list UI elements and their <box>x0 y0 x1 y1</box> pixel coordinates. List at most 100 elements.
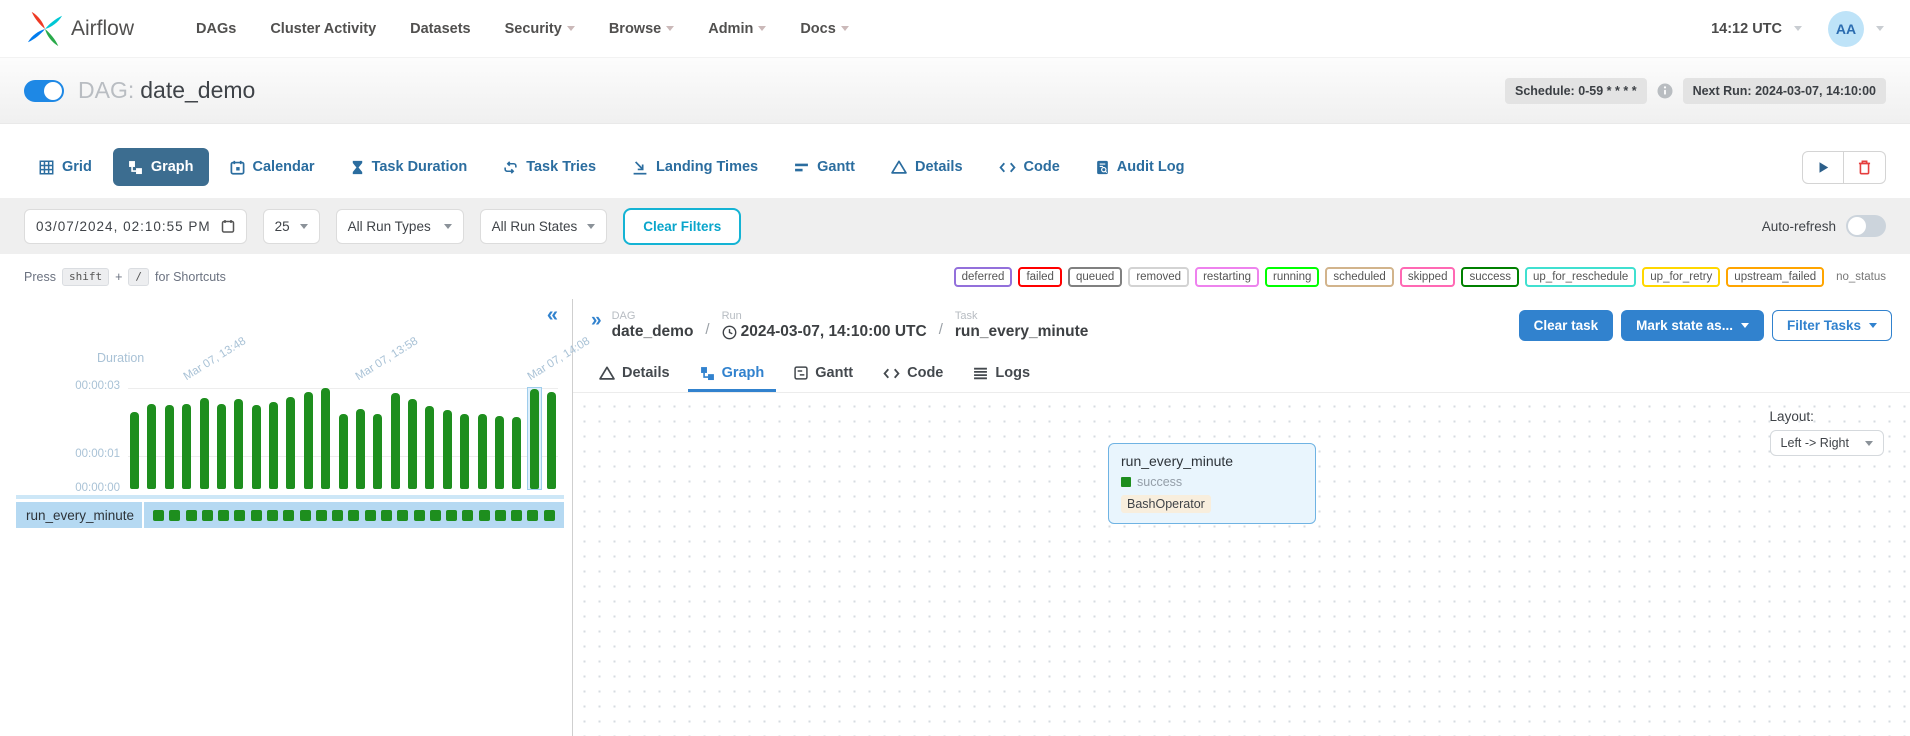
duration-bar[interactable] <box>476 388 489 489</box>
duration-bar[interactable] <box>441 388 454 489</box>
tab-task-tries[interactable]: Task Tries <box>488 148 611 186</box>
legend-queued[interactable]: queued <box>1068 267 1122 287</box>
expand-panel-icon[interactable]: » <box>591 310 602 333</box>
duration-bar[interactable] <box>180 388 193 489</box>
info-icon[interactable] <box>1657 83 1673 99</box>
legend-removed[interactable]: removed <box>1128 267 1189 287</box>
duration-bar[interactable] <box>337 388 350 489</box>
task-instance-square[interactable] <box>479 510 490 521</box>
duration-bar[interactable] <box>250 388 263 489</box>
mark-state-as-button[interactable]: Mark state as... <box>1621 310 1764 341</box>
detail-tab-logs[interactable]: Logs <box>961 356 1042 392</box>
task-instance-square[interactable] <box>316 510 327 521</box>
tab-gantt[interactable]: Gantt <box>779 148 870 186</box>
task-instance-square[interactable] <box>544 510 555 521</box>
detail-tab-code[interactable]: Code <box>871 356 955 392</box>
filter-tasks-button[interactable]: Filter Tasks <box>1772 310 1892 341</box>
task-instance-square[interactable] <box>414 510 425 521</box>
task-instance-square[interactable] <box>251 510 262 521</box>
base-date-input[interactable]: 03/07/2024, 02:10:55 PM <box>24 209 247 244</box>
legend-failed[interactable]: failed <box>1018 267 1062 287</box>
duration-bar[interactable] <box>145 388 158 489</box>
task-instance-square[interactable] <box>381 510 392 521</box>
detail-tab-details[interactable]: Details <box>587 356 682 392</box>
legend-success[interactable]: success <box>1461 267 1519 287</box>
legend-scheduled[interactable]: scheduled <box>1325 267 1393 287</box>
duration-bar[interactable] <box>458 388 471 489</box>
nav-item-cluster-activity[interactable]: Cluster Activity <box>256 12 390 46</box>
task-instance-square[interactable] <box>169 510 180 521</box>
legend-running[interactable]: running <box>1265 267 1319 287</box>
nav-item-security[interactable]: Security <box>491 12 589 46</box>
duration-bar[interactable] <box>406 388 419 489</box>
clear-filters-button[interactable]: Clear Filters <box>623 208 741 245</box>
duration-bar[interactable] <box>267 388 280 489</box>
detail-tab-graph[interactable]: Graph <box>688 356 777 392</box>
legend-skipped[interactable]: skipped <box>1400 267 1456 287</box>
auto-refresh-toggle[interactable] <box>1846 215 1886 237</box>
duration-bar[interactable] <box>528 388 541 489</box>
tab-landing-times[interactable]: Landing Times <box>617 148 773 186</box>
layout-select[interactable]: Left -> Right <box>1770 430 1884 456</box>
legend-upstream-failed[interactable]: upstream_failed <box>1726 267 1824 287</box>
duration-bar[interactable] <box>232 388 245 489</box>
task-instance-square[interactable] <box>462 510 473 521</box>
duration-bar[interactable] <box>371 388 384 489</box>
nav-item-datasets[interactable]: Datasets <box>396 12 484 46</box>
duration-bar[interactable] <box>493 388 506 489</box>
tab-graph[interactable]: Graph <box>113 148 209 186</box>
clear-task-button[interactable]: Clear task <box>1519 310 1614 341</box>
delete-dag-button[interactable] <box>1844 151 1886 184</box>
tab-details[interactable]: Details <box>876 148 978 186</box>
duration-bar[interactable] <box>389 388 402 489</box>
legend-deferred[interactable]: deferred <box>954 267 1013 287</box>
duration-bar[interactable] <box>510 388 523 489</box>
schedule-badge[interactable]: Schedule: 0-59 * * * * <box>1505 78 1647 104</box>
chevron-down-icon[interactable] <box>1876 26 1884 31</box>
breadcrumb-task[interactable]: Task run_every_minute <box>955 310 1089 341</box>
avatar[interactable]: AA <box>1828 11 1864 47</box>
legend-up-for-reschedule[interactable]: up_for_reschedule <box>1525 267 1636 287</box>
tab-calendar[interactable]: Calendar <box>215 148 330 186</box>
duration-bar[interactable] <box>128 388 141 489</box>
next-run-badge[interactable]: Next Run: 2024-03-07, 14:10:00 <box>1683 78 1886 104</box>
nav-item-docs[interactable]: Docs <box>786 12 862 46</box>
num-runs-select[interactable]: 25 <box>263 209 320 244</box>
task-instance-square[interactable] <box>234 510 245 521</box>
breadcrumb-run[interactable]: Run 2024-03-07, 14:10:00 UTC <box>722 310 927 341</box>
duration-bar[interactable] <box>354 388 367 489</box>
duration-bar[interactable] <box>319 388 332 489</box>
dag-pause-toggle[interactable] <box>24 80 64 102</box>
task-instance-square[interactable] <box>365 510 376 521</box>
duration-bar[interactable] <box>423 388 436 489</box>
task-instance-square[interactable] <box>495 510 506 521</box>
utc-clock[interactable]: 14:12 UTC <box>1711 21 1782 37</box>
tab-code[interactable]: Code <box>984 148 1075 186</box>
task-instance-square[interactable] <box>511 510 522 521</box>
task-instance-square[interactable] <box>300 510 311 521</box>
nav-item-browse[interactable]: Browse <box>595 12 688 46</box>
duration-bar[interactable] <box>284 388 297 489</box>
task-instance-square[interactable] <box>283 510 294 521</box>
legend-up-for-retry[interactable]: up_for_retry <box>1642 267 1720 287</box>
task-instance-square[interactable] <box>446 510 457 521</box>
task-instance-square[interactable] <box>267 510 278 521</box>
graph-canvas[interactable]: Layout: Left -> Right run_every_minute s… <box>573 392 1910 736</box>
task-instance-square[interactable] <box>186 510 197 521</box>
duration-bar[interactable] <box>198 388 211 489</box>
legend-restarting[interactable]: restarting <box>1195 267 1259 287</box>
duration-bar[interactable] <box>545 388 558 489</box>
nav-item-dags[interactable]: DAGs <box>182 12 250 46</box>
tab-audit-log[interactable]: Audit Log <box>1081 148 1200 186</box>
run-states-select[interactable]: All Run States <box>480 209 608 244</box>
task-instance-square[interactable] <box>397 510 408 521</box>
run-types-select[interactable]: All Run Types <box>336 209 464 244</box>
breadcrumb-dag[interactable]: DAG date_demo <box>612 310 694 341</box>
duration-bar[interactable] <box>302 388 315 489</box>
task-instance-square[interactable] <box>332 510 343 521</box>
task-instance-square[interactable] <box>527 510 538 521</box>
duration-bar[interactable] <box>163 388 176 489</box>
task-instance-square[interactable] <box>153 510 164 521</box>
airflow-brand[interactable]: Airflow <box>26 10 134 48</box>
tab-grid[interactable]: Grid <box>24 148 107 186</box>
